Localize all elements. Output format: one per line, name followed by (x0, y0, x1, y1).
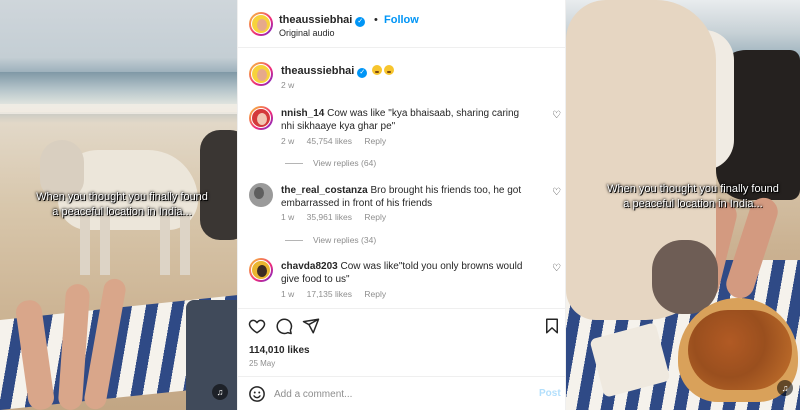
right-video-panel[interactable]: When you thought you finally found a pea… (566, 0, 800, 410)
view-replies-label[interactable]: View replies (34) (313, 235, 376, 245)
caption-line-1: When you thought you finally found (36, 191, 208, 203)
cow-leg (80, 215, 90, 275)
post-date: 25 May (249, 359, 276, 368)
post-header: theaussiebhai ✓ • Follow Original audio (238, 0, 567, 48)
comment-username[interactable]: nnish_14 (281, 108, 324, 119)
post-actions: 114,010 likes 25 May (238, 308, 567, 380)
comment: chavda8203 Cow was like"told you only br… (281, 260, 531, 286)
comment-meta: 1 w 35,961 likes Reply (281, 212, 396, 222)
comment-meta: 2 w 45,754 likes Reply (281, 136, 396, 146)
username-text[interactable]: theaussiebhai (279, 14, 352, 26)
heart-outline-icon[interactable]: ♡ (552, 263, 561, 274)
avatar[interactable] (249, 258, 273, 282)
view-replies-label[interactable]: View replies (64) (313, 158, 376, 168)
comment: nnish_14 Cow was like "kya bhaisaab, sha… (281, 107, 531, 133)
cow-snout-image (652, 240, 718, 314)
verified-badge-icon: ✓ (357, 68, 368, 78)
follow-button[interactable]: Follow (384, 14, 419, 26)
audio-label[interactable]: Original audio (279, 28, 335, 38)
comment-username[interactable]: chavda8203 (281, 261, 338, 272)
heart-outline-icon[interactable] (248, 317, 266, 335)
comment-time: 2 w (281, 136, 295, 146)
caption-line-2: a peaceful location in India... (52, 206, 192, 218)
speaker-icon[interactable]: ♫ (212, 384, 228, 400)
left-video-panel[interactable]: When you thought you finally found a pea… (0, 0, 237, 410)
bottom-margin (0, 410, 800, 420)
avatar[interactable] (249, 183, 273, 207)
comment-icon[interactable] (275, 317, 293, 335)
emoji-icon (372, 65, 383, 75)
biryani-image (688, 310, 792, 390)
paper-plane-icon[interactable] (302, 317, 320, 335)
post-author-username[interactable]: theaussiebhai ✓ (279, 14, 366, 27)
caption-line-1: When you thought you finally found (607, 183, 779, 195)
emoji-icon (384, 65, 395, 75)
post-comment-button[interactable]: Post (539, 388, 561, 399)
comment: the_real_costanza Bro brought his friend… (281, 184, 531, 210)
wave-foam (0, 104, 237, 114)
instagram-post-panel: theaussiebhai ✓ • Follow Original audio t… (237, 0, 567, 410)
comment-meta: 1 w 17,135 likes Reply (281, 289, 396, 299)
add-comment-bar: Post (238, 376, 567, 410)
heart-outline-icon[interactable]: ♡ (552, 110, 561, 121)
comment-likes[interactable]: 17,135 likes (307, 289, 352, 299)
avatar[interactable] (249, 62, 273, 86)
separator-dot: • (374, 14, 378, 26)
verified-badge-icon: ✓ (355, 17, 366, 27)
divider-line (285, 163, 303, 165)
cow-leg (180, 215, 190, 275)
likes-count[interactable]: 114,010 likes (249, 345, 310, 356)
video-caption: When you thought you finally found a pea… (586, 182, 800, 212)
caption-line-2: a peaceful location in India... (623, 198, 763, 210)
cow-leg (100, 215, 110, 275)
comment-likes[interactable]: 45,754 likes (307, 136, 352, 146)
username-text[interactable]: theaussiebhai (281, 65, 354, 77)
divider-line (285, 240, 303, 242)
comment-input[interactable] (274, 385, 524, 403)
cow-leg (160, 215, 170, 275)
caption-username[interactable]: theaussiebhai ✓ (281, 65, 395, 78)
bookmark-icon[interactable] (543, 317, 561, 335)
emoji-smiley-icon[interactable] (248, 385, 266, 403)
heart-outline-icon[interactable]: ♡ (552, 187, 561, 198)
video-caption: When you thought you finally found a pea… (32, 190, 212, 220)
comment-time: 1 w (281, 212, 295, 222)
avatar[interactable] (249, 12, 273, 36)
comment-likes[interactable]: 35,961 likes (307, 212, 352, 222)
caption-time: 2 w (281, 80, 295, 90)
reply-button[interactable]: Reply (364, 289, 386, 299)
avatar[interactable] (249, 106, 273, 130)
reply-button[interactable]: Reply (364, 136, 386, 146)
view-replies-button[interactable]: View replies (34) (285, 235, 376, 245)
dark-cow-image (200, 130, 237, 240)
view-replies-button[interactable]: View replies (64) (285, 158, 376, 168)
reply-button[interactable]: Reply (364, 212, 386, 222)
comment-username[interactable]: the_real_costanza (281, 185, 368, 196)
comment-time: 1 w (281, 289, 295, 299)
speaker-icon[interactable]: ♫ (777, 380, 793, 396)
